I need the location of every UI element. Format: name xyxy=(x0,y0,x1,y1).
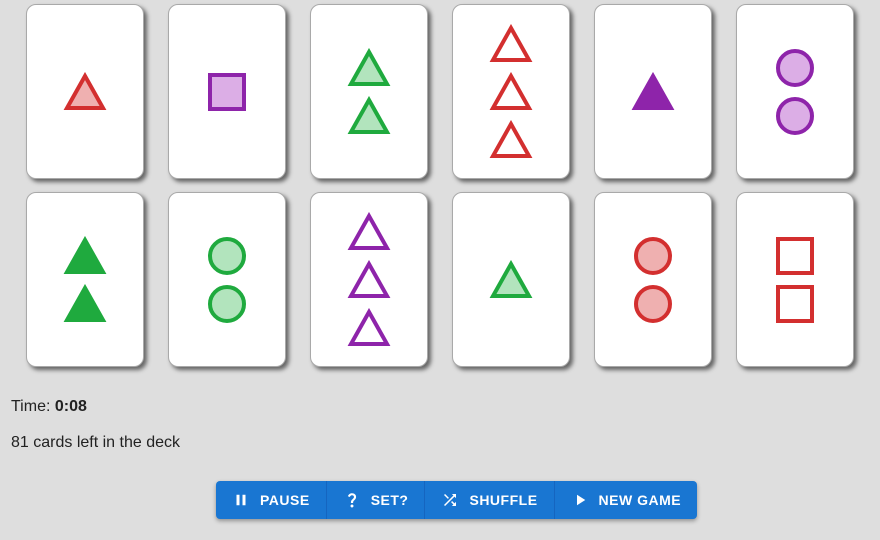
triangle-shape xyxy=(347,259,391,298)
timer-value: 0:08 xyxy=(54,398,87,415)
card[interactable] xyxy=(452,192,570,367)
card[interactable] xyxy=(736,4,854,179)
circle-shape xyxy=(776,48,814,87)
triangle-shape xyxy=(347,211,391,250)
new-game-button[interactable]: NEW GAME xyxy=(555,481,698,519)
circle-shape xyxy=(208,284,246,323)
square-shape xyxy=(776,284,814,323)
card[interactable] xyxy=(168,4,286,179)
set-hint-button[interactable]: SET? xyxy=(327,481,426,519)
card[interactable] xyxy=(310,4,428,179)
pause-button[interactable]: PAUSE xyxy=(216,481,327,519)
card[interactable] xyxy=(736,192,854,367)
square-shape xyxy=(776,236,814,275)
triangle-shape xyxy=(63,235,107,274)
pause-icon xyxy=(236,494,246,506)
question-mark-icon xyxy=(347,493,356,508)
set-hint-label: SET? xyxy=(370,492,409,508)
timer-label: Time: xyxy=(11,398,55,415)
triangle-shape xyxy=(631,71,675,110)
triangle-shape xyxy=(347,47,391,86)
shuffle-icon xyxy=(444,494,457,506)
triangle-shape xyxy=(489,23,533,62)
timer: Time: 0:08 xyxy=(11,398,87,416)
circle-shape xyxy=(776,96,814,135)
card[interactable] xyxy=(310,192,428,367)
pause-label: PAUSE xyxy=(260,492,310,508)
circle-shape xyxy=(634,284,672,323)
card[interactable] xyxy=(26,4,144,179)
game-toolbar: PAUSE SET? SHUFFLE NEW GAME xyxy=(216,481,698,519)
card[interactable] xyxy=(452,4,570,179)
triangle-shape xyxy=(489,259,533,298)
triangle-shape xyxy=(63,283,107,322)
play-icon xyxy=(576,494,585,506)
shuffle-button[interactable]: SHUFFLE xyxy=(425,481,555,519)
card[interactable] xyxy=(594,4,712,179)
triangle-shape xyxy=(63,71,107,110)
triangle-shape xyxy=(489,119,533,158)
circle-shape xyxy=(208,236,246,275)
deck-count: 81 cards left in the deck xyxy=(11,434,180,451)
card[interactable] xyxy=(594,192,712,367)
triangle-shape xyxy=(347,307,391,346)
triangle-shape xyxy=(347,95,391,134)
new-game-label: NEW GAME xyxy=(598,492,682,508)
triangle-shape xyxy=(489,71,533,110)
square-shape xyxy=(208,72,246,111)
shuffle-label: SHUFFLE xyxy=(469,492,538,508)
circle-shape xyxy=(634,236,672,275)
card[interactable] xyxy=(26,192,144,367)
card[interactable] xyxy=(168,192,286,367)
